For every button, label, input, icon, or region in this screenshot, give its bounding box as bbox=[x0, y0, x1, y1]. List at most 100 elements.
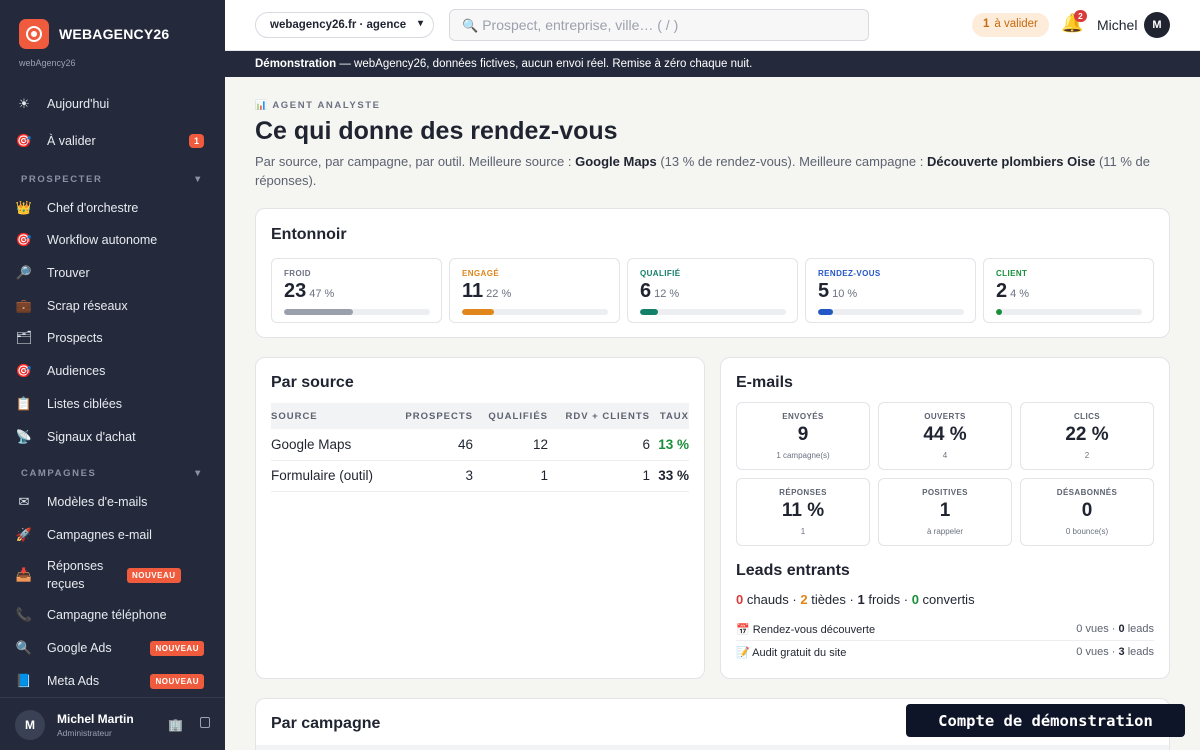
leads-warm-label: tièdes bbox=[811, 592, 846, 607]
user-name: Michel Martin bbox=[57, 712, 134, 726]
top-user-name[interactable]: Michel bbox=[1097, 17, 1137, 33]
leads-hot-count: 0 bbox=[736, 592, 744, 607]
sidebar-item-reponses[interactable]: 📥 Réponses reçues NOUVEAU bbox=[14, 557, 211, 593]
brand[interactable]: WEBAGENCY26 bbox=[19, 19, 169, 49]
cell-qualified: 12 bbox=[473, 429, 548, 461]
stat-sub: à rappeler bbox=[926, 527, 964, 536]
to-validate-pill[interactable]: 1 à valider bbox=[972, 13, 1049, 37]
page-subtitle: Par source, par campagne, par outil. Mei… bbox=[255, 152, 1155, 190]
sidebar-item-label: Google Ads bbox=[47, 641, 112, 655]
col-header[interactable]: RDV + CLIENTS bbox=[548, 403, 650, 429]
magnifier-icon: 🔍 bbox=[15, 640, 33, 655]
brand-logo-icon bbox=[19, 19, 49, 49]
caret-down-icon: ▼ bbox=[192, 468, 204, 479]
sidebar-item-workflow[interactable]: 🎯 Workflow autonome bbox=[14, 231, 211, 249]
chevron-down-icon: ▾ bbox=[417, 18, 423, 29]
section-prospecter[interactable]: PROSPECTER ▼ bbox=[21, 174, 204, 185]
lead-form-row[interactable]: 📅 Rendez-vous découverte 0 vues · 0 lead… bbox=[736, 618, 1154, 641]
stat-sub: 0 bounce(s) bbox=[1065, 527, 1109, 536]
leads-hot-label: chauds bbox=[746, 592, 789, 607]
section-campagnes[interactable]: CAMPAGNES ▼ bbox=[21, 468, 204, 479]
stat-sub: 1 campagne(s) bbox=[776, 451, 830, 460]
stat-label: RÉPONSES bbox=[779, 488, 827, 497]
brand-subtitle: webAgency26 bbox=[19, 58, 76, 68]
sidebar-item-modeles[interactable]: ✉ Modèles d'e-mails bbox=[14, 493, 211, 511]
stat-sub: 2 bbox=[1084, 451, 1090, 460]
table-row[interactable]: Formulaire (outil) 3 1 1 33 % bbox=[271, 460, 689, 492]
col-header[interactable]: PROSPECTS bbox=[396, 403, 473, 429]
by-source-title: Par source bbox=[271, 374, 354, 391]
funnel-stage[interactable]: FROID 23 47 % bbox=[271, 258, 442, 323]
leads-warm-count: 2 bbox=[800, 592, 808, 607]
cell-prospects: 3 bbox=[396, 460, 473, 492]
envelope-icon: ✉ bbox=[18, 494, 30, 509]
email-stat: RÉPONSES 11 % 1 bbox=[736, 478, 870, 546]
table-header-strip bbox=[256, 745, 1169, 750]
funnel-stage[interactable]: ENGAGÉ 11 22 % bbox=[449, 258, 620, 323]
views-count: 0 bbox=[1076, 646, 1083, 658]
sidebar-item-trouver[interactable]: 🔎 Trouver bbox=[14, 264, 211, 282]
brand-name: WEBAGENCY26 bbox=[59, 26, 170, 42]
table-row[interactable]: Google Maps 46 12 6 13 % bbox=[271, 429, 689, 461]
topbar: webagency26.fr · agence ▾ 🔍 Prospect, ent… bbox=[225, 0, 1200, 51]
lead-form-name: 📅 Rendez-vous découverte bbox=[736, 623, 875, 636]
sidebar-item-signaux[interactable]: 📡 Signaux d'achat bbox=[14, 428, 211, 446]
page-kicker: 📊 AGENT ANALYSTE bbox=[255, 100, 381, 111]
stage-bar bbox=[996, 309, 1142, 315]
funnel-stage[interactable]: QUALIFIÉ 6 12 % bbox=[627, 258, 798, 323]
logout-icon[interactable] bbox=[200, 717, 210, 728]
banner-text: — webAgency26, données fictives, aucun e… bbox=[336, 58, 753, 70]
sidebar-user[interactable]: M Michel Martin Administrateur 🏢 bbox=[0, 697, 225, 750]
stage-count: 2 bbox=[996, 280, 1008, 302]
avatar[interactable]: M bbox=[1144, 12, 1170, 38]
building-icon[interactable]: 🏢 bbox=[168, 718, 183, 732]
section-label: PROSPECTER bbox=[21, 174, 103, 185]
count-badge: 1 bbox=[188, 134, 204, 148]
sidebar-item-today[interactable]: ☀ Aujourd'hui bbox=[14, 95, 211, 113]
table-header-row: SOURCE PROSPECTS QUALIFIÉS RDV + CLIENTS… bbox=[271, 403, 689, 429]
kicker-label: AGENT ANALYSTE bbox=[272, 100, 381, 111]
sidebar-item-chef-orchestre[interactable]: 👑 Chef d'orchestre bbox=[14, 199, 211, 217]
agency-select-value: webagency26.fr · agence bbox=[270, 19, 407, 31]
calendar-icon: 📅 bbox=[736, 624, 750, 636]
stage-value: 6 12 % bbox=[640, 280, 679, 303]
lead-form-row[interactable]: 📝 Audit gratuit du site 0 vues · 3 leads bbox=[736, 641, 1154, 664]
leads-converted-label: convertis bbox=[922, 592, 975, 607]
funnel-stage[interactable]: RENDEZ-VOUS 5 10 % bbox=[805, 258, 976, 323]
cell-qualified: 1 bbox=[473, 460, 548, 492]
best-campaign: Découverte plombiers Oise bbox=[926, 154, 1096, 169]
stage-bar-fill bbox=[284, 309, 353, 315]
user-role: Administrateur bbox=[57, 728, 112, 738]
search-input[interactable]: 🔍 Prospect, entreprise, ville… ( / ) bbox=[449, 9, 869, 41]
stage-bar-fill bbox=[640, 309, 658, 315]
sidebar-item-label: Campagnes e-mail bbox=[47, 528, 152, 542]
lead-form-stats: 0 vues · 0 leads bbox=[1076, 623, 1154, 635]
sidebar-item-listes[interactable]: 📋 Listes ciblées bbox=[14, 395, 211, 413]
sidebar-item-campagnes-email[interactable]: 🚀 Campagnes e-mail bbox=[14, 526, 211, 544]
sidebar-item-label: Meta Ads bbox=[47, 674, 100, 688]
target-icon: 🎯 bbox=[15, 363, 33, 378]
cell-rdv: 1 bbox=[548, 460, 650, 492]
col-header[interactable]: TAUX bbox=[650, 403, 689, 429]
views-label: vues · bbox=[1085, 646, 1116, 658]
sidebar-item-google-ads[interactable]: 🔍 Google Ads NOUVEAU bbox=[14, 639, 211, 657]
col-header[interactable]: QUALIFIÉS bbox=[473, 403, 548, 429]
agency-select[interactable]: webagency26.fr · agence ▾ bbox=[255, 12, 434, 38]
funnel-card: Entonnoir FROID 23 47 % ENGAGÉ 11 22 % QUA… bbox=[255, 208, 1170, 338]
best-source: Google Maps bbox=[575, 154, 657, 169]
crown-icon: 👑 bbox=[15, 200, 33, 215]
sidebar-item-to-validate[interactable]: 🎯 À valider 1 bbox=[14, 132, 211, 150]
cell-rate: 13 % bbox=[650, 429, 689, 461]
stage-label: ENGAGÉ bbox=[462, 269, 500, 278]
magnifier-icon: 🔎 bbox=[15, 265, 33, 280]
funnel-stage[interactable]: CLIENT 24 % bbox=[983, 258, 1154, 323]
sidebar-item-prospects[interactable]: 🗂 Prospects bbox=[14, 329, 211, 347]
sidebar-item-audiences[interactable]: 🎯 Audiences bbox=[14, 362, 211, 380]
sidebar-item-telephone[interactable]: 📞 Campagne téléphone bbox=[14, 606, 211, 624]
stage-value: 24 % bbox=[996, 280, 1029, 303]
briefcase-icon: 💼 bbox=[15, 298, 33, 313]
sidebar-item-meta-ads[interactable]: 📘 Meta Ads NOUVEAU bbox=[14, 672, 211, 690]
col-header[interactable]: SOURCE bbox=[271, 403, 396, 429]
sidebar-item-scrap[interactable]: 💼 Scrap réseaux bbox=[14, 297, 211, 315]
new-badge: NOUVEAU bbox=[150, 640, 204, 656]
